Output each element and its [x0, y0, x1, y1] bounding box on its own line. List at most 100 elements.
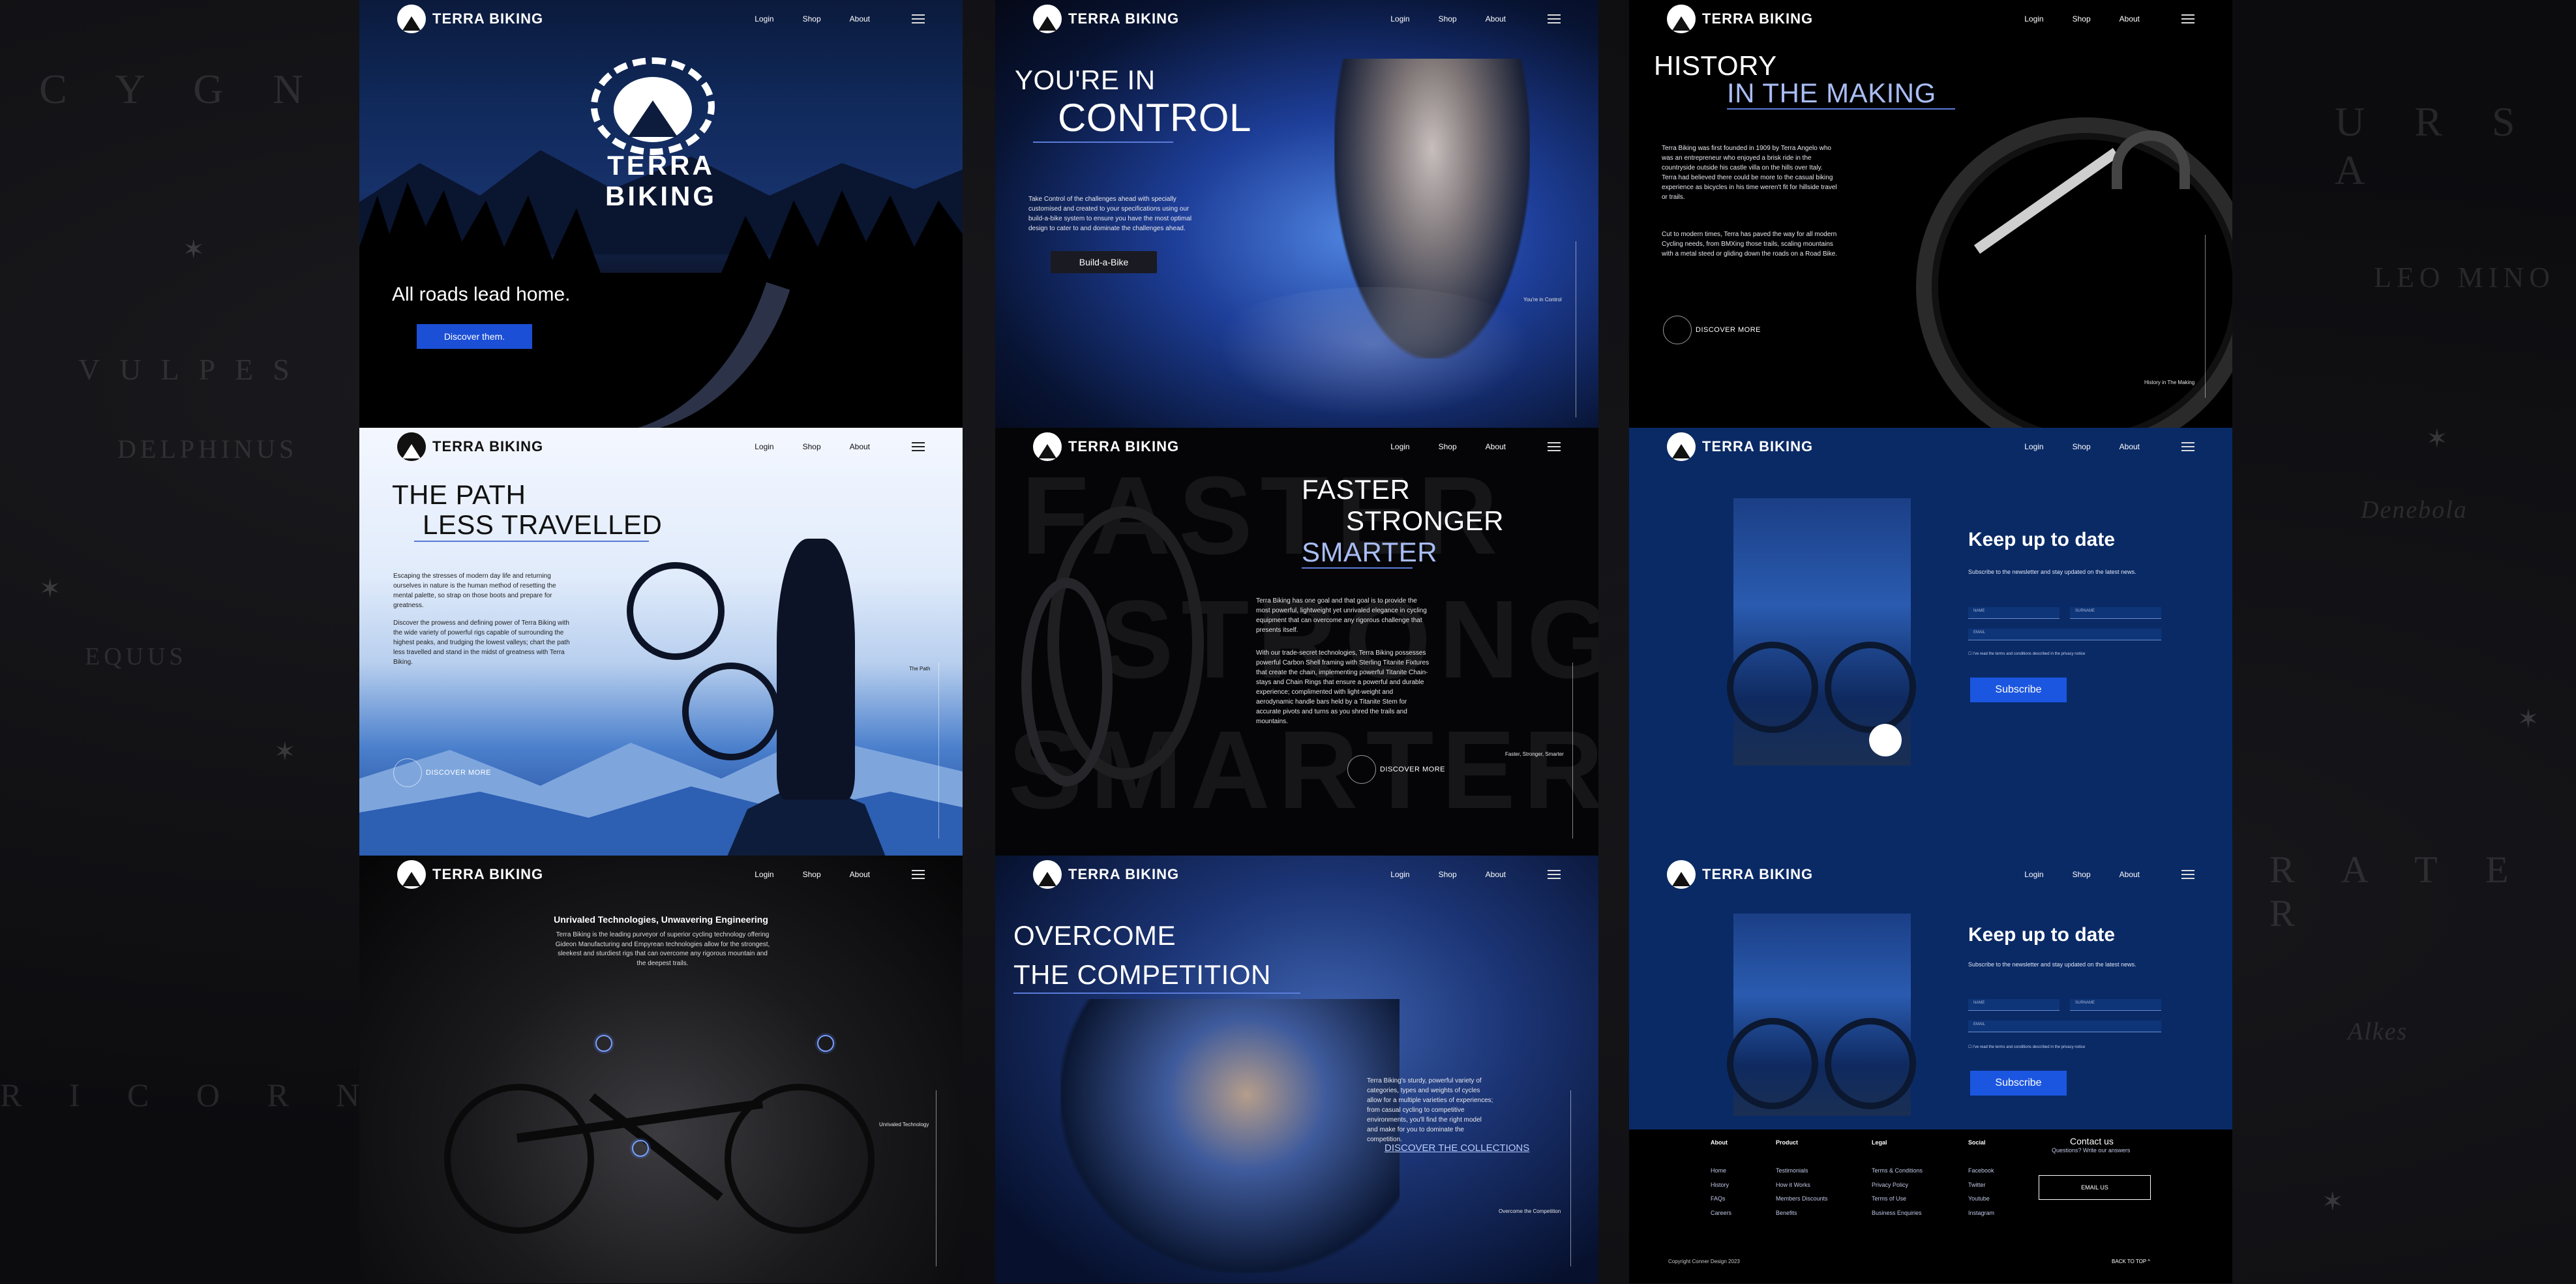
nav-about[interactable]: About	[850, 442, 870, 451]
wheel-mountain-icon	[397, 860, 426, 889]
nav-login[interactable]: Login	[755, 870, 773, 879]
menu-icon[interactable]	[912, 870, 925, 879]
surname-field[interactable]: SURNAME	[2070, 999, 2161, 1011]
subscribe-button[interactable]: Subscribe	[1970, 678, 2067, 702]
footer-link[interactable]: Terms of Use	[1872, 1192, 1923, 1206]
nav-shop[interactable]: Shop	[803, 870, 821, 879]
subscribe-button[interactable]: Subscribe	[1970, 1071, 2067, 1096]
nav-login[interactable]: Login	[1390, 14, 1409, 23]
panel-competition: TERRA BIKING Login Shop About OVERCOME T…	[995, 856, 1598, 1283]
footer-link[interactable]: History	[1711, 1178, 1731, 1193]
discover-more-label: DISCOVER MORE	[1380, 766, 1446, 773]
footer-link[interactable]: Terms & Conditions	[1872, 1164, 1923, 1178]
discover-more-link[interactable]: DISCOVER MORE	[1663, 316, 1761, 344]
brand-name: TERRA BIKING	[1068, 438, 1180, 455]
nav-about[interactable]: About	[1486, 870, 1506, 879]
nav-login[interactable]: Login	[1390, 870, 1409, 879]
nav-about[interactable]: About	[2119, 442, 2140, 451]
menu-icon[interactable]	[2181, 442, 2194, 451]
footer-link[interactable]: Twitter	[1968, 1178, 1994, 1193]
discover-more-link[interactable]: DISCOVER MORE	[393, 758, 491, 787]
nav-login[interactable]: Login	[2024, 870, 2043, 879]
footer-link[interactable]: How it Works	[1776, 1178, 1828, 1193]
discover-collections-link[interactable]: DISCOVER THE COLLECTIONS	[1385, 1142, 1529, 1154]
nav-login[interactable]: Login	[755, 14, 773, 23]
nav-about[interactable]: About	[1486, 14, 1506, 23]
star-icon: ✶	[2322, 1187, 2344, 1216]
nav-shop[interactable]: Shop	[2073, 870, 2091, 879]
footer-link[interactable]: Testimonials	[1776, 1164, 1828, 1178]
heading-line2: THE COMPETITION	[1013, 959, 1271, 990]
footer-link[interactable]: Instagram	[1968, 1206, 1994, 1221]
nav-about[interactable]: About	[2119, 14, 2140, 23]
brand-logo[interactable]: TERRA BIKING	[1033, 5, 1179, 33]
back-to-top-link[interactable]: BACK TO TOP ^	[2112, 1259, 2150, 1264]
surname-field[interactable]: SURNAME	[2070, 607, 2161, 619]
constellation-label: U R S A	[2335, 98, 2535, 193]
nav-about[interactable]: About	[850, 870, 870, 879]
discover-them-button[interactable]: Discover them.	[417, 324, 532, 349]
menu-icon[interactable]	[2181, 14, 2194, 23]
brand-name: TERRA BIKING	[1068, 10, 1180, 27]
brand-logo[interactable]: TERRA BIKING	[1033, 432, 1179, 461]
brand-logo[interactable]: TERRA BIKING	[397, 5, 543, 33]
menu-icon[interactable]	[2181, 870, 2194, 879]
email-field[interactable]: EMAIL	[1968, 629, 2161, 640]
nav-login[interactable]: Login	[755, 442, 773, 451]
terms-checkbox[interactable]: ☐ I've read the terms and conditions des…	[1968, 651, 2085, 656]
footer-col-social: Social Facebook Twitter Youtube Instagra…	[1968, 1136, 1994, 1221]
footer-link[interactable]: Home	[1711, 1164, 1731, 1178]
heading-underline	[1013, 993, 1300, 994]
email-field[interactable]: EMAIL	[1968, 1021, 2161, 1032]
nav-login[interactable]: Login	[2024, 442, 2043, 451]
hotspot-marker[interactable]	[817, 1035, 834, 1052]
nav-about[interactable]: About	[2119, 870, 2140, 879]
footer-heading: About	[1711, 1139, 1728, 1146]
nav-login[interactable]: Login	[1390, 442, 1409, 451]
top-nav: TERRA BIKING Login Shop About	[995, 856, 1598, 893]
menu-icon[interactable]	[1548, 870, 1561, 879]
footer-link[interactable]: Business Enquiries	[1872, 1206, 1923, 1221]
nav-login[interactable]: Login	[2024, 14, 2043, 23]
brand-emblem-mountain	[614, 77, 692, 142]
nav-shop[interactable]: Shop	[2073, 442, 2091, 451]
brand-logo[interactable]: TERRA BIKING	[1667, 432, 1813, 461]
footer-link[interactable]: Benefits	[1776, 1206, 1828, 1221]
menu-icon[interactable]	[912, 14, 925, 23]
brand-logo[interactable]: TERRA BIKING	[1667, 5, 1813, 33]
hotspot-marker[interactable]	[595, 1035, 612, 1052]
name-field[interactable]: NAME	[1968, 999, 2059, 1011]
heading-line2: LESS TRAVELLED	[423, 509, 663, 540]
name-field[interactable]: NAME	[1968, 607, 2059, 619]
nav-shop[interactable]: Shop	[803, 14, 821, 23]
body-paragraph-1: Terra Biking was first founded in 1909 b…	[1662, 145, 1837, 201]
nav-shop[interactable]: Shop	[1439, 14, 1457, 23]
footer-link[interactable]: Youtube	[1968, 1192, 1994, 1206]
section-caption: Overcome the Competition	[1499, 1208, 1561, 1214]
brand-logo[interactable]: TERRA BIKING	[1667, 860, 1813, 889]
wheel-mountain-icon	[1033, 432, 1062, 461]
nav-shop[interactable]: Shop	[1439, 870, 1457, 879]
terms-checkbox[interactable]: ☐ I've read the terms and conditions des…	[1968, 1045, 2085, 1049]
menu-icon[interactable]	[1548, 442, 1561, 451]
footer-link[interactable]: FAQs	[1711, 1192, 1731, 1206]
top-nav: TERRA BIKING Login Shop About	[995, 0, 1598, 38]
menu-icon[interactable]	[1548, 14, 1561, 23]
build-a-bike-button[interactable]: Build-a-Bike	[1051, 251, 1157, 273]
email-us-button[interactable]: EMAIL US	[2039, 1175, 2151, 1200]
nav-shop[interactable]: Shop	[2073, 14, 2091, 23]
brand-logo[interactable]: TERRA BIKING	[1033, 860, 1179, 889]
brand-logo[interactable]: TERRA BIKING	[397, 432, 543, 461]
footer-link[interactable]: Careers	[1711, 1206, 1731, 1221]
hotspot-marker[interactable]	[632, 1140, 649, 1157]
menu-icon[interactable]	[912, 442, 925, 451]
nav-about[interactable]: About	[1486, 442, 1506, 451]
nav-shop[interactable]: Shop	[1439, 442, 1457, 451]
discover-more-link[interactable]: DISCOVER MORE	[1347, 755, 1445, 784]
nav-shop[interactable]: Shop	[803, 442, 821, 451]
footer-link[interactable]: Members Discounts	[1776, 1192, 1828, 1206]
nav-about[interactable]: About	[850, 14, 870, 23]
brand-logo[interactable]: TERRA BIKING	[397, 860, 543, 889]
footer-link[interactable]: Facebook	[1968, 1164, 1994, 1178]
footer-link[interactable]: Privacy Policy	[1872, 1178, 1923, 1193]
